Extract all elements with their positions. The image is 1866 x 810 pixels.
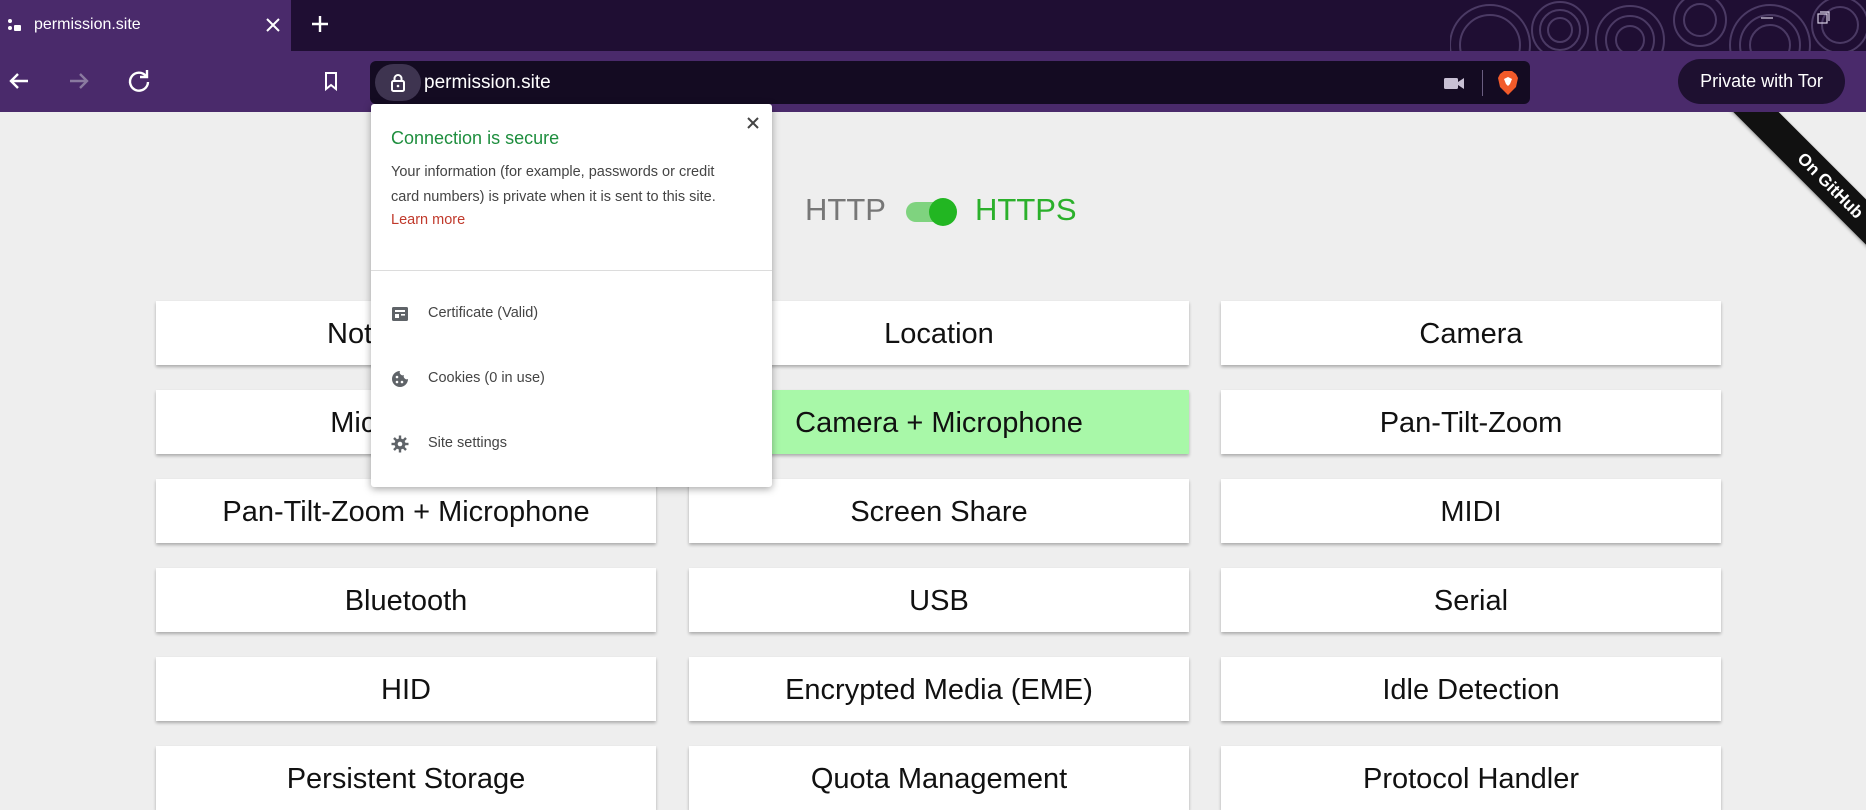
site-settings-label: Site settings	[428, 435, 507, 451]
http-label[interactable]: HTTP	[805, 192, 886, 228]
browser-tab[interactable]: permission.site	[0, 0, 291, 51]
learn-more-link[interactable]: Learn more	[391, 212, 465, 228]
close-icon[interactable]	[744, 114, 762, 132]
site-favicon-icon	[8, 19, 21, 31]
brave-shields-icon[interactable]	[1496, 70, 1520, 96]
permission-button-bluetooth[interactable]: Bluetooth	[156, 568, 656, 632]
browser-toolbar: permission.site Private with Tor	[0, 51, 1866, 112]
tab-close-icon[interactable]	[262, 14, 284, 36]
github-ribbon[interactable]: On GitHub	[1712, 112, 1866, 278]
permission-button-ptz-microphone[interactable]: Pan-Tilt-Zoom + Microphone	[156, 479, 656, 543]
permission-button-usb[interactable]: USB	[689, 568, 1189, 632]
permission-button-eme[interactable]: Encrypted Media (EME)	[689, 657, 1189, 721]
cookies-label: Cookies (0 in use)	[428, 370, 545, 386]
theme-decoration	[1450, 0, 1866, 51]
cookie-icon	[392, 371, 408, 387]
certificate-row[interactable]: Certificate (Valid)	[371, 289, 772, 339]
gear-icon	[391, 435, 409, 453]
cookies-row[interactable]: Cookies (0 in use)	[371, 354, 772, 404]
minimize-icon[interactable]	[1752, 6, 1782, 30]
reload-icon[interactable]	[124, 66, 154, 96]
permission-button-screen-share[interactable]: Screen Share	[689, 479, 1189, 543]
browser-titlebar: permission.site	[0, 0, 1866, 51]
certificate-icon	[392, 307, 408, 321]
https-label[interactable]: HTTPS	[975, 192, 1077, 228]
new-tab-icon[interactable]	[308, 12, 332, 36]
protocol-toggle-switch[interactable]	[906, 198, 957, 226]
permission-button-midi[interactable]: MIDI	[1221, 479, 1721, 543]
address-bar-divider	[1482, 70, 1483, 96]
permission-button-serial[interactable]: Serial	[1221, 568, 1721, 632]
permission-button-persistent-storage[interactable]: Persistent Storage	[156, 746, 656, 810]
toggle-knob	[929, 198, 957, 226]
back-arrow-icon[interactable]	[4, 66, 34, 96]
bookmark-icon[interactable]	[316, 66, 346, 96]
permission-button-pan-tilt-zoom[interactable]: Pan-Tilt-Zoom	[1221, 390, 1721, 454]
permission-button-protocol-handler[interactable]: Protocol Handler	[1221, 746, 1721, 810]
permission-button-camera[interactable]: Camera	[1221, 301, 1721, 365]
connection-description: Your information (for example, passwords…	[391, 164, 716, 205]
url-text: permission.site	[424, 72, 551, 93]
address-bar[interactable]: permission.site	[370, 61, 1530, 104]
tab-title: permission.site	[34, 16, 141, 33]
site-info-button[interactable]	[375, 64, 421, 101]
restore-icon[interactable]	[1808, 6, 1838, 30]
connection-status-heading: Connection is secure	[391, 128, 560, 148]
certificate-label: Certificate (Valid)	[428, 305, 539, 321]
permission-button-idle-detection[interactable]: Idle Detection	[1221, 657, 1721, 721]
permission-button-quota-management[interactable]: Quota Management	[689, 746, 1189, 810]
site-info-popup: Connection is secure Your information (f…	[371, 104, 772, 487]
camera-in-use-icon[interactable]	[1442, 73, 1466, 93]
github-ribbon-container: On GitHub	[1700, 112, 1866, 278]
permission-button-hid[interactable]: HID	[156, 657, 656, 721]
site-settings-row[interactable]: Site settings	[371, 419, 772, 469]
lock-icon	[391, 74, 405, 92]
popup-divider	[371, 270, 772, 271]
private-with-tor-button[interactable]: Private with Tor	[1678, 59, 1845, 104]
forward-arrow-icon[interactable]	[64, 66, 94, 96]
